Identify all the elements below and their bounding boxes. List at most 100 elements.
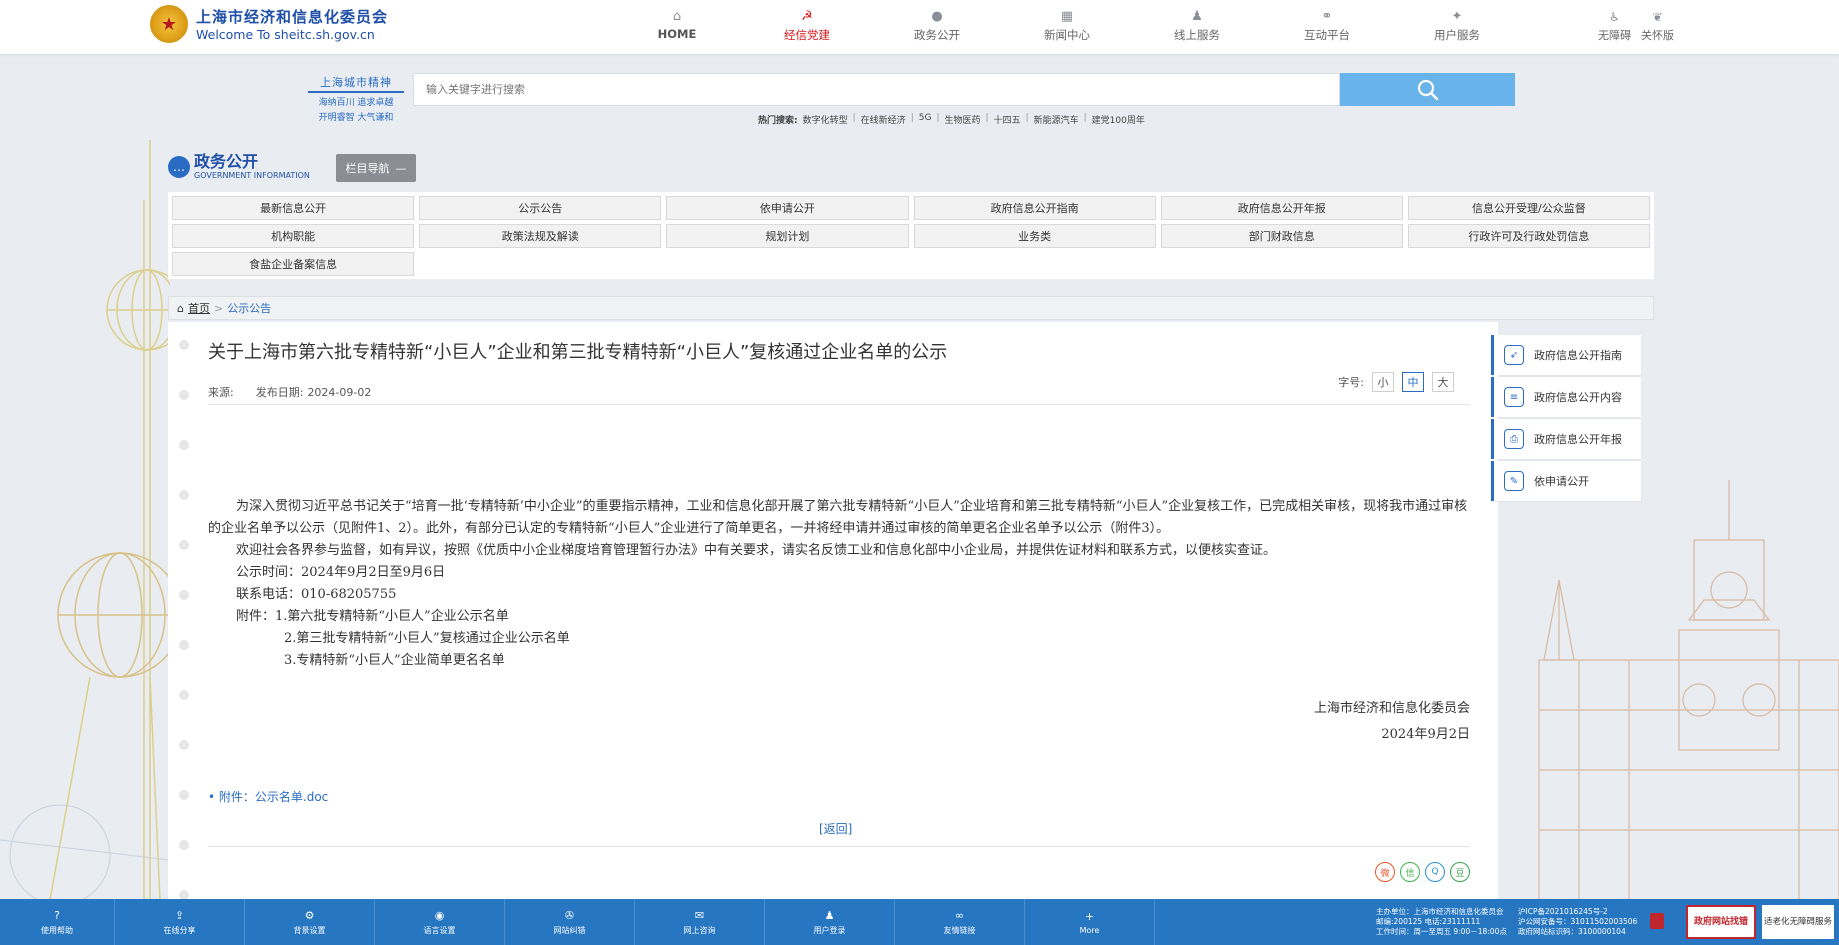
site-header: ★ 上海市经济和信息化委员会 Welcome To sheitc.sh.gov.… [0, 0, 1839, 54]
site-name-cn: 上海市经济和信息化委员会 [196, 8, 389, 26]
printer-icon: ⎙ [1504, 429, 1524, 449]
side-link-content[interactable]: ≡ 政府信息公开内容 [1491, 377, 1641, 417]
category-link[interactable]: 最新信息公开 [172, 196, 415, 220]
city-spirit-line2: 开明睿智 大气谦和 [318, 113, 394, 123]
footer-help-button[interactable]: ? 使用帮助 [0, 899, 115, 945]
footer-button-label: 网上咨询 [683, 925, 716, 935]
search-input[interactable] [414, 74, 1339, 105]
city-spirit-line1: 海纳百川 追求卓越 [318, 98, 394, 108]
category-link[interactable]: 公示公告 [419, 196, 662, 220]
nav-home-label: HOME [657, 27, 697, 41]
hot-search-link[interactable]: 生物医药 [944, 113, 980, 126]
care-version-button[interactable]: ❦ 关怀版 [1641, 8, 1674, 43]
douban-icon[interactable]: 豆 [1450, 862, 1470, 882]
footer-share-button[interactable]: ⇪ 在线分享 [115, 899, 245, 945]
side-link-apply[interactable]: ✎ 依申请公开 [1491, 461, 1641, 501]
category-link[interactable]: 部门财政信息 [1160, 224, 1403, 248]
category-link[interactable]: 政策法规及解读 [419, 224, 662, 248]
footer-more-button[interactable]: + More [1025, 899, 1155, 945]
category-link[interactable]: 依申请公开 [666, 196, 909, 220]
font-size-label: 字号: [1338, 376, 1364, 389]
footer-host: 主办单位：上海市经济和信息化委员会 [1376, 907, 1504, 916]
footer-police-number[interactable]: 沪公网安备号：31011502003506 [1518, 917, 1637, 927]
category-link[interactable]: 机构职能 [172, 224, 415, 248]
main-nav: ⌂ HOME ☭ 经信党建 ● 政务公开 ▦ 新闻中心 ♟ 线上服务 ⚭ 互动平… [612, 8, 1522, 43]
help-icon: ? [54, 908, 60, 922]
wechat-icon[interactable]: 信 [1400, 862, 1420, 882]
nav-party-building-label: 经信党建 [784, 28, 830, 42]
nav-user-services[interactable]: ✦ 用户服务 [1392, 8, 1522, 43]
font-size-small-button[interactable]: 小 [1372, 372, 1394, 392]
hot-search-link[interactable]: 十四五 [994, 113, 1021, 126]
hot-search-link[interactable]: 在线新经济 [861, 113, 906, 126]
category-link[interactable]: 规划计划 [666, 224, 909, 248]
attachment-download-link[interactable]: • 附件：公示名单.doc [208, 788, 328, 805]
side-link-label: 政府信息公开年报 [1534, 433, 1622, 446]
login-icon: ♟ [824, 908, 835, 922]
side-link-guide[interactable]: ➶ 政府信息公开指南 [1491, 335, 1641, 375]
breadcrumb-home-link[interactable]: 首页 [188, 300, 210, 316]
footer-info: 主办单位：上海市经济和信息化委员会 邮编:200125 电话:23111111 … [1376, 907, 1507, 937]
compass-icon: ➶ [1504, 345, 1524, 365]
user-icon: ♟ [1191, 9, 1203, 24]
nav-online-services[interactable]: ♟ 线上服务 [1132, 8, 1262, 43]
signature-org: 上海市经济和信息化委员会 [1313, 701, 1470, 716]
back-link[interactable]: [返回] [819, 820, 852, 837]
site-logo[interactable]: ★ 上海市经济和信息化委员会 Welcome To sheitc.sh.gov.… [150, 5, 388, 43]
category-link[interactable]: 政府信息公开指南 [913, 196, 1156, 220]
font-size-medium-button[interactable]: 中 [1402, 372, 1424, 392]
article-paragraph: 为深入贯彻习近平总书记关于“培育一批‘专精特新’中小企业”的重要指示精神，工业和… [208, 499, 1468, 536]
category-link[interactable]: 业务类 [913, 224, 1156, 248]
elderly-accessible-badge[interactable]: 适老化无障碍服务 [1762, 905, 1834, 939]
attachment-item: 2.第三批专精特新“小巨人”复核通过企业公示名单 [284, 631, 570, 646]
source-label: 来源: [208, 386, 234, 399]
signature-date: 2024年9月2日 [1381, 727, 1470, 742]
police-emblem-icon [1650, 913, 1664, 929]
search-button[interactable] [1340, 73, 1515, 106]
category-link[interactable]: 食盐企业备案信息 [172, 252, 415, 276]
nav-interaction[interactable]: ⚭ 互动平台 [1262, 8, 1392, 43]
weibo-icon[interactable]: 微 [1375, 862, 1395, 882]
footer-login-button[interactable]: ♟ 用户登录 [765, 899, 895, 945]
footer-language-button[interactable]: ◉ 语言设置 [375, 899, 505, 945]
footer-button-label: More [1079, 925, 1100, 935]
nav-news-center-label: 新闻中心 [1044, 28, 1090, 42]
footer-consult-button[interactable]: ✉ 网上咨询 [635, 899, 765, 945]
attachment-item: 3.专精特新“小巨人”企业简单更名名单 [284, 653, 505, 668]
hot-search-link[interactable]: 5G [919, 113, 932, 126]
nav-government-affairs[interactable]: ● 政务公开 [872, 8, 1002, 43]
language-icon: ◉ [434, 908, 445, 922]
category-link[interactable]: 政府信息公开年报 [1160, 196, 1403, 220]
footer-icp-number[interactable]: 沪ICP备2021016245号-2 [1518, 907, 1637, 917]
category-link[interactable]: 信息公开受理/公众监督 [1407, 196, 1650, 220]
breadcrumb-separator: > [213, 301, 224, 315]
footer-button-label: 背景设置 [293, 925, 326, 935]
qq-icon[interactable]: Q [1425, 862, 1445, 882]
category-link[interactable]: 行政许可及行政处罚信息 [1407, 224, 1650, 248]
breadcrumb-current[interactable]: 公示公告 [227, 300, 271, 316]
hot-search-link[interactable]: 新能源汽车 [1034, 113, 1079, 126]
nav-home[interactable]: ⌂ HOME [612, 8, 742, 43]
nav-party-building[interactable]: ☭ 经信党建 [742, 8, 872, 43]
footer-button-label: 使用帮助 [41, 925, 73, 935]
hot-search-link[interactable]: 数字化转型 [803, 113, 848, 126]
footer-links-button[interactable]: ∞ 友情链接 [895, 899, 1025, 945]
footer-button-label: 网站纠错 [553, 925, 586, 935]
nav-news-center[interactable]: ▦ 新闻中心 [1002, 8, 1132, 43]
footer-error-report-button[interactable]: ✇ 网站纠错 [505, 899, 635, 945]
side-link-label: 政府信息公开指南 [1534, 349, 1622, 362]
column-nav-toggle[interactable]: 栏目导航 — [336, 154, 416, 182]
accessibility-links: ♿ 无障碍 ❦ 关怀版 [1598, 8, 1674, 43]
footer-button-label: 用户登录 [813, 925, 846, 935]
share-icon: ⇪ [174, 908, 185, 922]
accessibility-button[interactable]: ♿ 无障碍 [1598, 8, 1631, 43]
footer-button-label: 友情链接 [943, 925, 976, 935]
side-link-annual-report[interactable]: ⎙ 政府信息公开年报 [1491, 419, 1641, 459]
footer-background-button[interactable]: ⚙ 背景设置 [245, 899, 375, 945]
footer-button-label: 在线分享 [163, 925, 196, 935]
font-size-large-button[interactable]: 大 [1432, 372, 1454, 392]
hot-search-link[interactable]: 建党100周年 [1092, 113, 1145, 126]
find-error-badge[interactable]: 政府网站找错 [1686, 905, 1756, 939]
hot-search-label: 热门搜索: [758, 116, 798, 126]
footer-button-label: 语言设置 [423, 925, 456, 935]
